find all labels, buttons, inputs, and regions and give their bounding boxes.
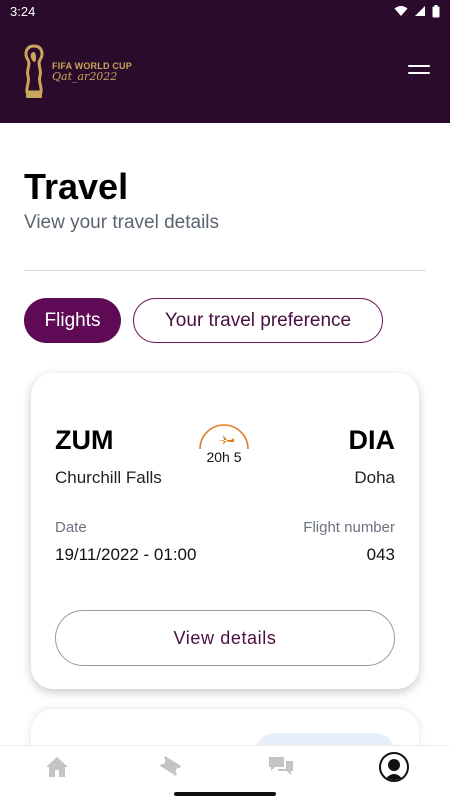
- bottom-nav: [0, 745, 450, 787]
- wifi-icon: [394, 6, 408, 16]
- nav-home[interactable]: [40, 750, 74, 784]
- signal-icon: [415, 6, 425, 16]
- logo-wordmark: FIFA WORLD CUP Qat_ar2022: [52, 61, 132, 83]
- home-icon: [46, 757, 68, 777]
- home-gesture-handle[interactable]: [174, 792, 276, 796]
- ticket-icon: [160, 756, 181, 776]
- logo-line2: Qat_ar2022: [52, 69, 118, 83]
- flight-card: ZUM Churchill Falls 20h 5 DIA Doha Date …: [31, 373, 419, 689]
- status-icons: [394, 4, 440, 18]
- flight-number-value: 043: [366, 545, 395, 564]
- tab-travel-preference[interactable]: Your travel preference: [133, 298, 383, 343]
- nav-chat[interactable]: [264, 750, 298, 784]
- origin-city: Churchill Falls: [55, 468, 162, 487]
- gesture-bar: [0, 787, 450, 800]
- status-bar: 3:24: [0, 0, 450, 22]
- tab-flights[interactable]: Flights: [24, 298, 121, 343]
- origin-code: ZUM: [55, 425, 114, 455]
- fifa-logo[interactable]: FIFA WORLD CUP Qat_ar2022: [22, 44, 132, 100]
- status-time: 3:24: [10, 3, 36, 19]
- date-label: Date: [55, 519, 87, 536]
- flight-duration: 20h 5: [196, 449, 252, 465]
- battery-icon: [432, 4, 440, 17]
- flight-number-label: Flight number: [303, 519, 395, 536]
- chat-icon: [269, 757, 293, 775]
- nav-profile[interactable]: [377, 750, 411, 784]
- world-cup-trophy-icon: [24, 44, 44, 98]
- destination-city: Doha: [354, 468, 395, 487]
- nav-tickets[interactable]: [152, 750, 186, 784]
- date-value: 19/11/2022 - 01:00: [55, 545, 197, 564]
- app-header: FIFA WORLD CUP Qat_ar2022: [0, 22, 450, 123]
- page-subtitle: View your travel details: [24, 212, 220, 233]
- page-title: Travel: [24, 166, 129, 207]
- destination-code: DIA: [348, 425, 396, 455]
- hamburger-menu-icon[interactable]: [408, 65, 430, 79]
- profile-icon: [379, 752, 409, 782]
- divider: [24, 270, 426, 271]
- view-details-button[interactable]: View details: [55, 610, 395, 666]
